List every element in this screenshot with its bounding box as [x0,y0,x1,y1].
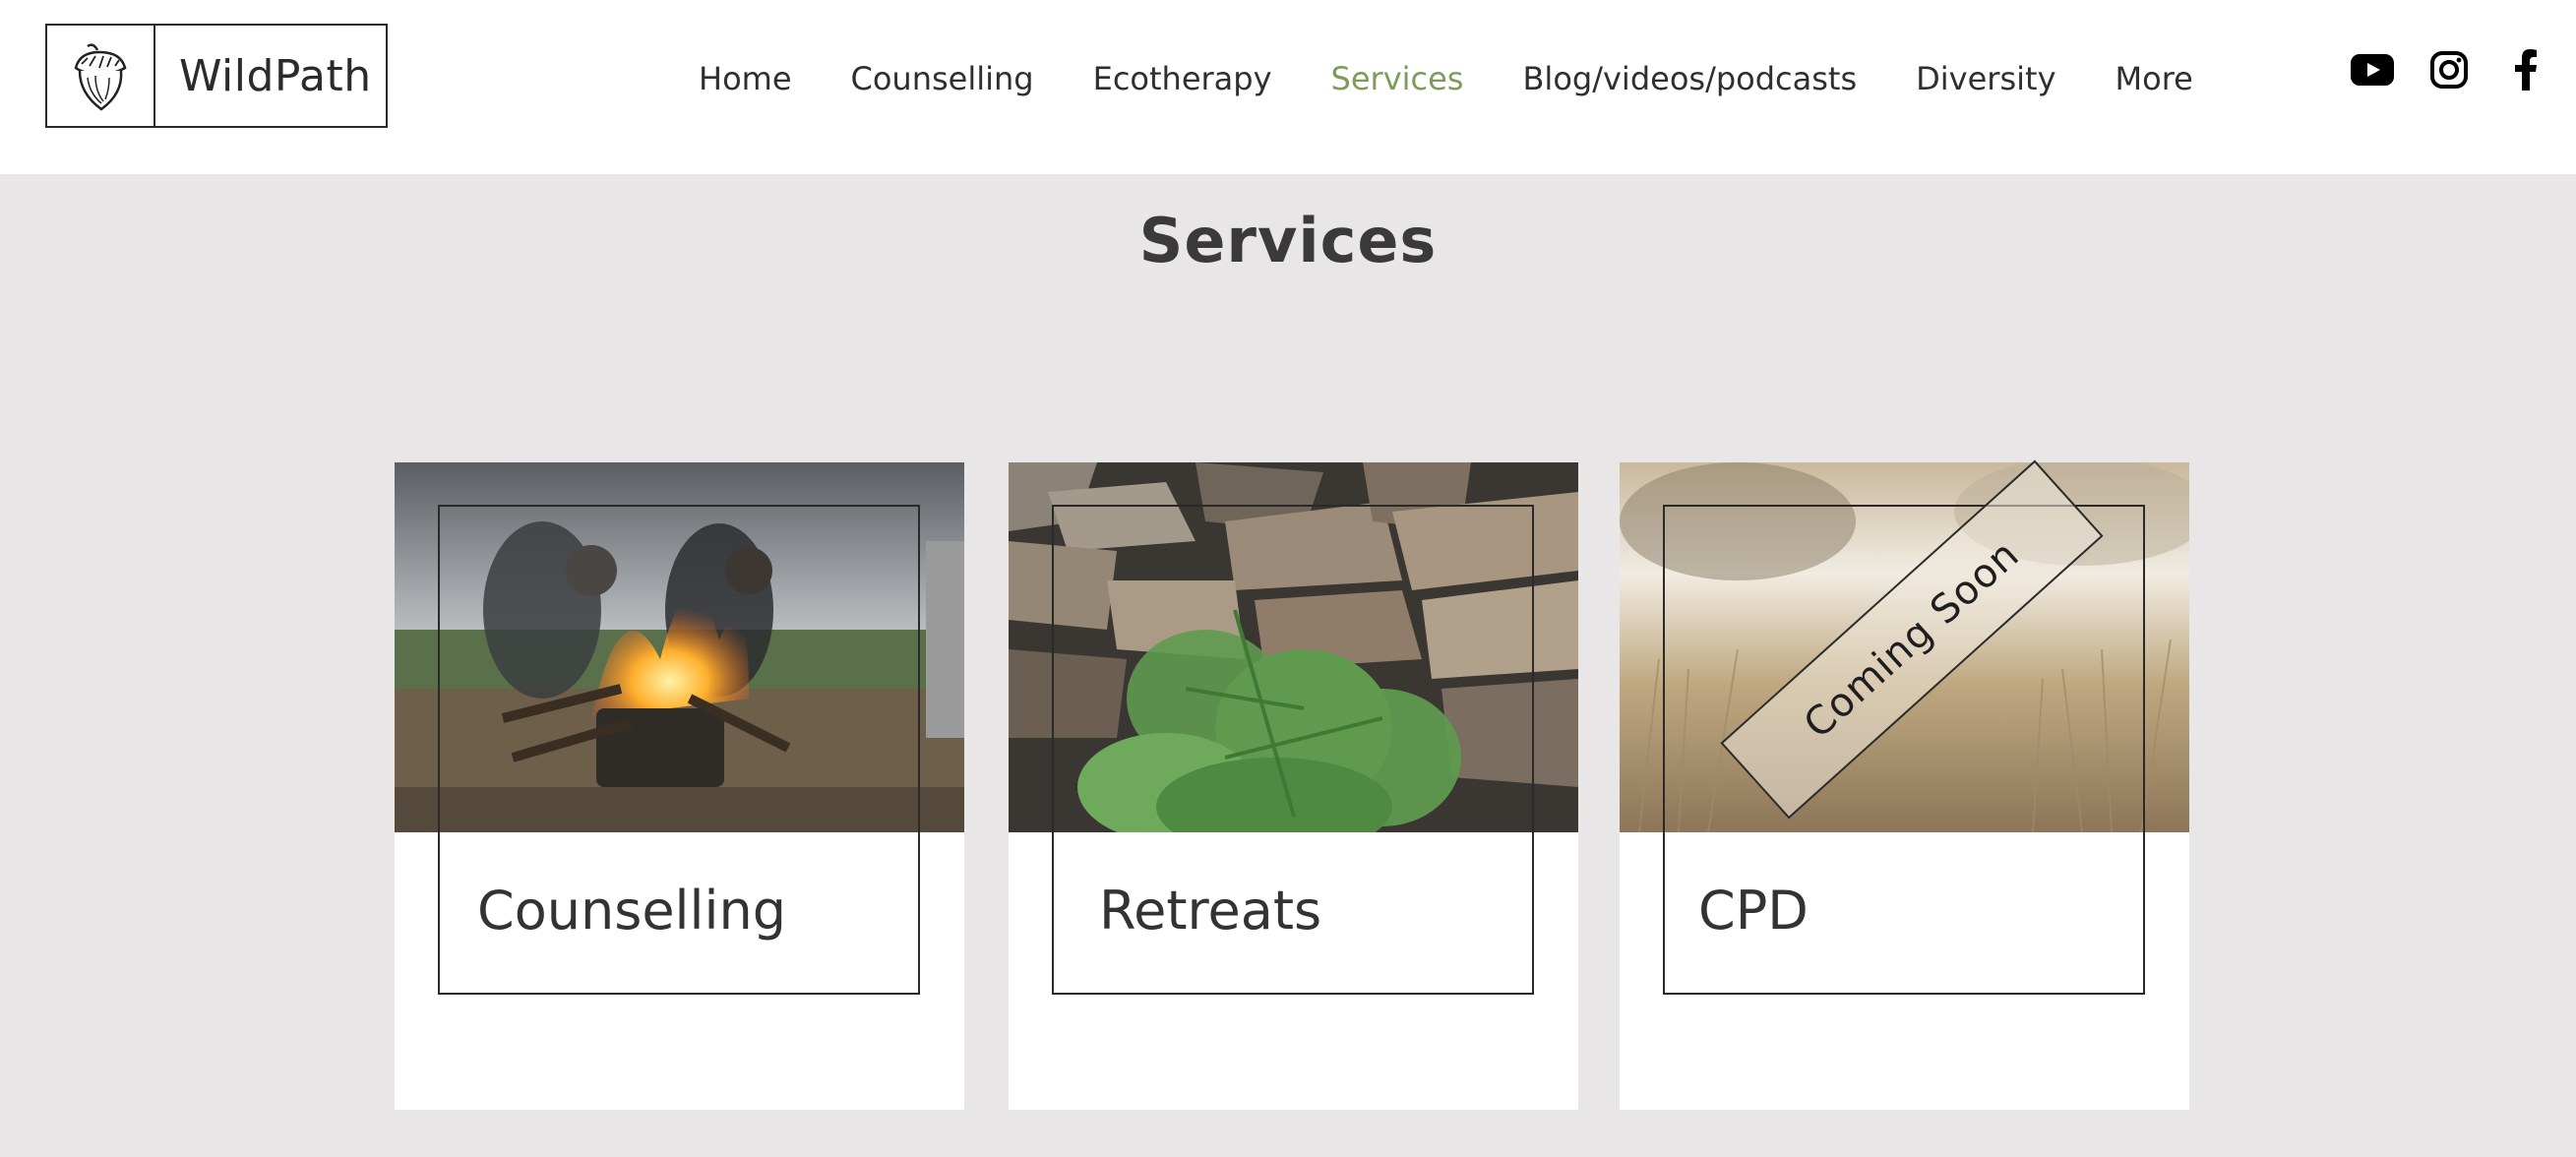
nav-home[interactable]: Home [699,60,792,97]
main-nav: Home Counselling Ecotherapy Services Blo… [699,49,2193,108]
card-title[interactable]: Retreats [1099,880,1321,942]
site-header: WildPath Home Counselling Ecotherapy Ser… [0,0,2576,174]
site-logo[interactable]: WildPath [45,24,388,128]
nav-ecotherapy[interactable]: Ecotherapy [1093,60,1272,97]
campfire-photo [395,462,964,832]
nav-blog[interactable]: Blog/videos/podcasts [1522,60,1857,97]
service-card-cpd[interactable]: Coming Soon CPD [1620,459,2189,1110]
nav-services[interactable]: Services [1331,60,1464,97]
nav-diversity[interactable]: Diversity [1916,60,2055,97]
acorn-icon [47,26,155,126]
instagram-icon[interactable] [2426,47,2472,92]
nav-counselling[interactable]: Counselling [851,60,1034,97]
fern-woodpile-photo [1009,462,1578,832]
social-links [2318,47,2548,92]
card-title[interactable]: CPD [1698,880,1809,942]
card-title[interactable]: Counselling [477,880,786,942]
logo-text: WildPath [179,50,372,101]
service-card-retreats[interactable]: Retreats [1009,462,1578,1110]
youtube-icon[interactable] [2350,47,2395,92]
page-title: Services [1138,205,1438,276]
facebook-icon[interactable] [2503,47,2548,92]
service-card-counselling[interactable]: Counselling [395,462,964,1110]
nav-more[interactable]: More [2116,60,2193,97]
